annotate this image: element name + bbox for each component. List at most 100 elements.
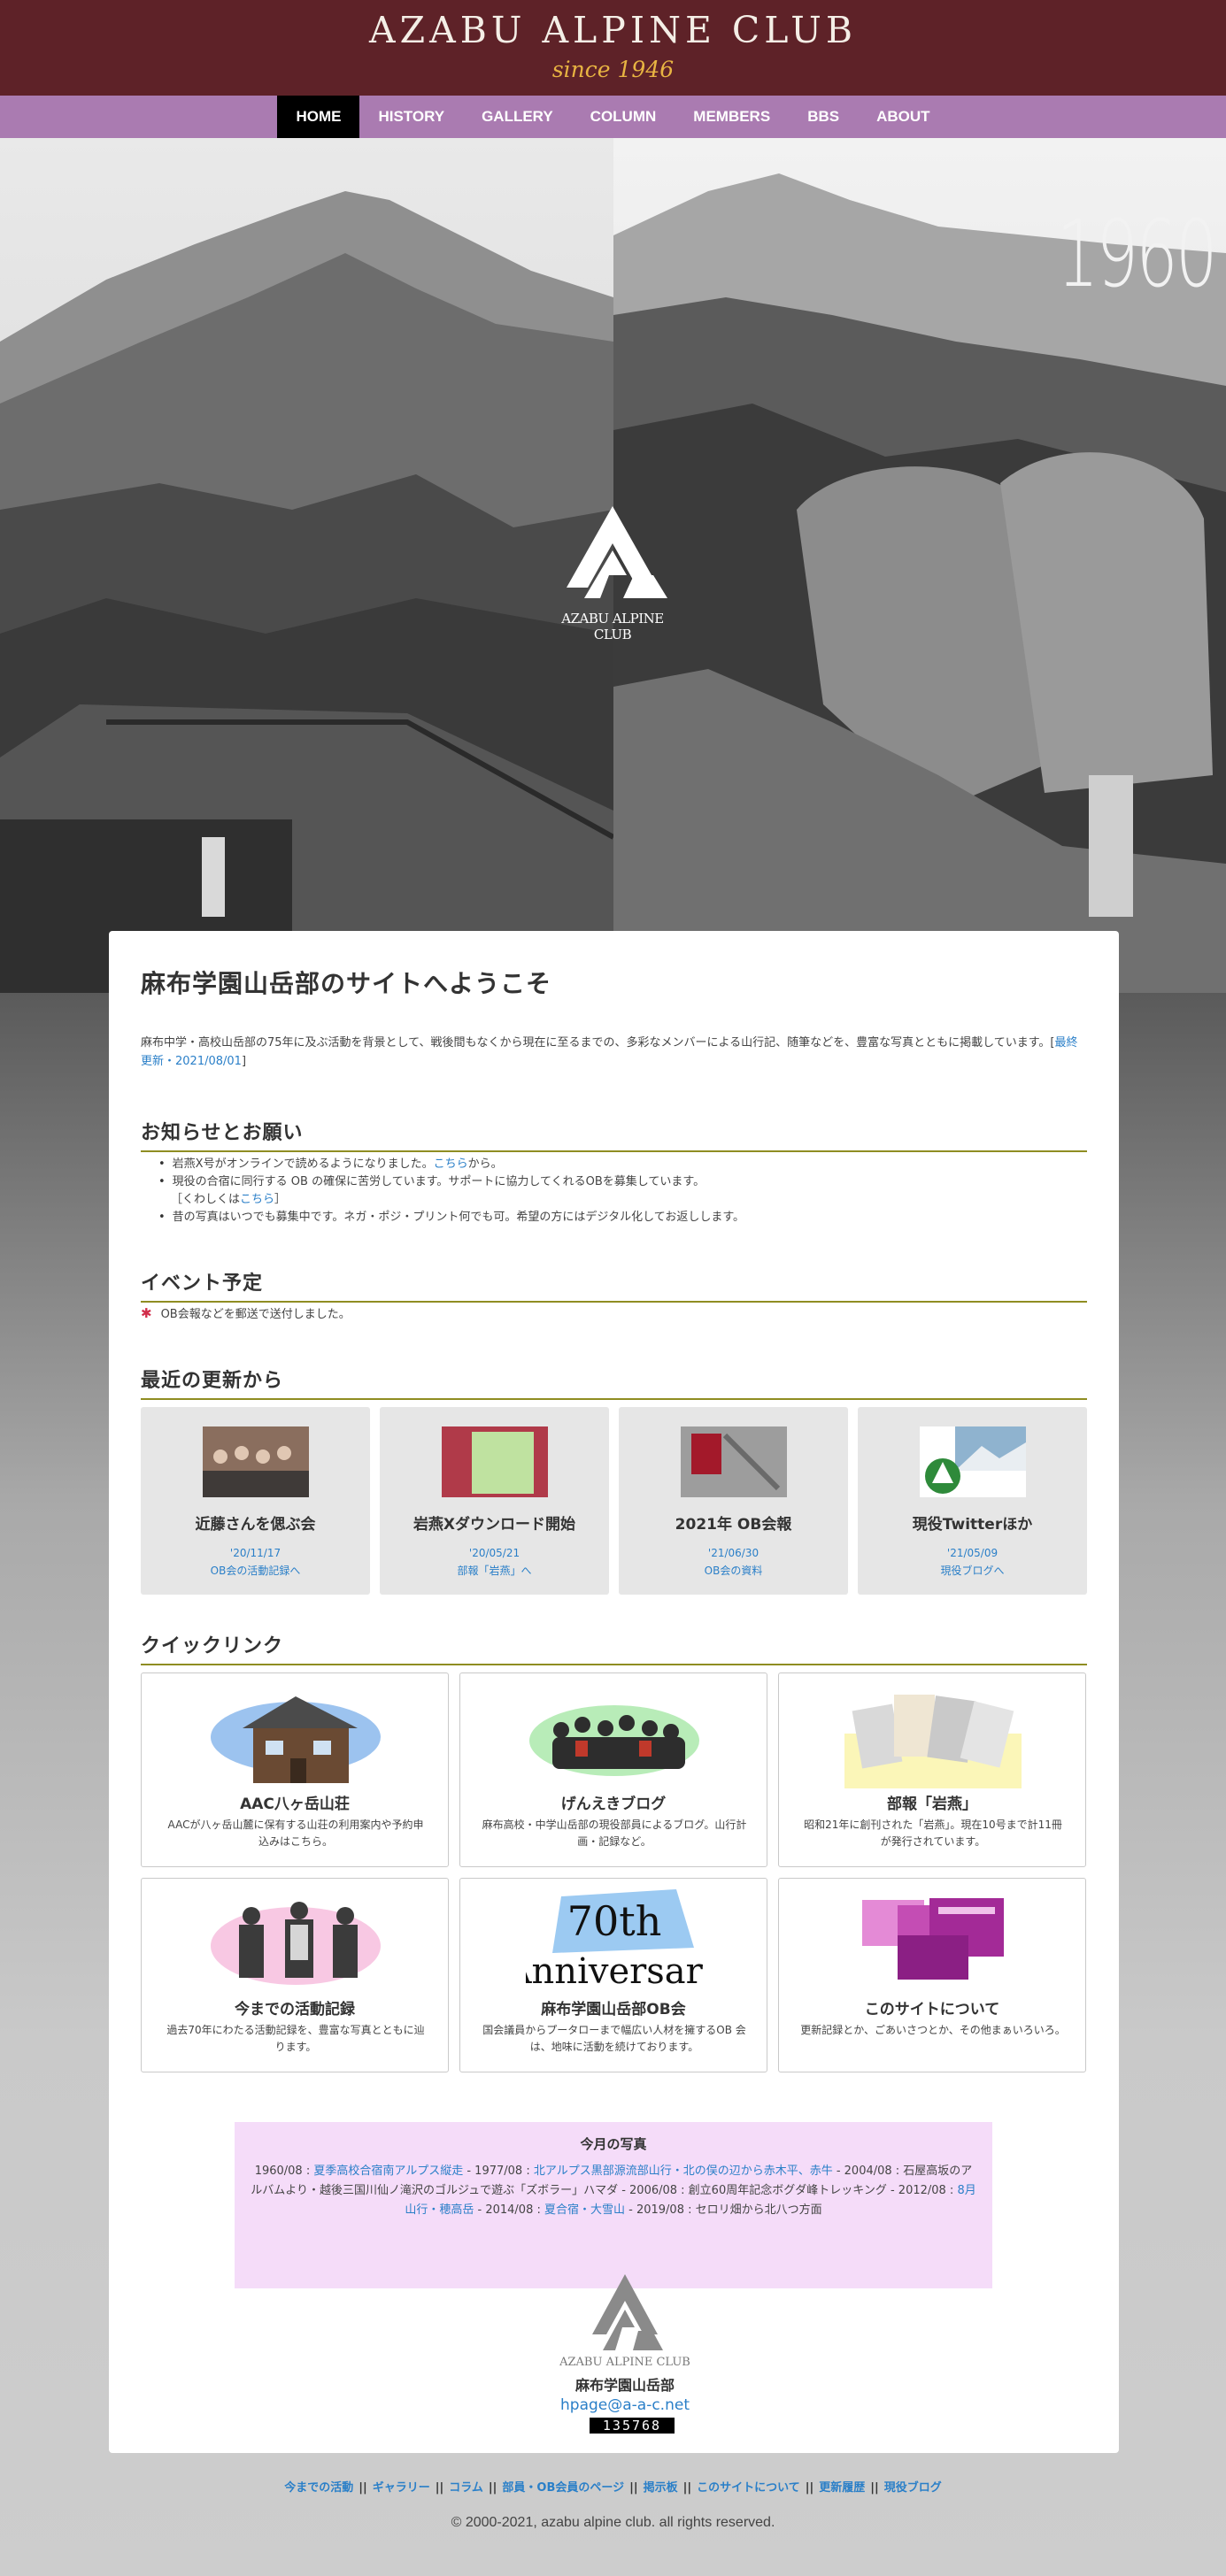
contact-email-link[interactable]: hpage@a-a-c.net — [541, 2396, 709, 2414]
footer-logo-text: AZABU ALPINE CLUB — [559, 2356, 690, 2369]
footer-link-gallery[interactable]: ギャラリー — [373, 2481, 430, 2495]
update-link[interactable]: OB会の活動記録へ — [141, 1563, 370, 1578]
quicklink-desc: 昭和21年に創刊された「岩燕」。現在10号まで計11冊が発行されています。 — [804, 1819, 1062, 1848]
notice-list: 岩燕X号がオンラインで読めるようになりました。こちらから。 現役の合宿に同行する… — [158, 1156, 1044, 1226]
quicklink-bulletin[interactable]: 部報「岩燕」 昭和21年に創刊された「岩燕」。現在10号まで計11冊が発行されて… — [778, 1672, 1086, 1867]
cabin-illustration — [211, 1696, 381, 1783]
intro-end: ] — [241, 1055, 247, 1068]
nav-history[interactable]: HISTORY — [359, 96, 463, 138]
quicklink-about-site[interactable]: このサイトについて 更新記録とか、ごあいさつとか、その他まぁいろいろ。 — [778, 1878, 1086, 2072]
footer-nav: 今までの活動 || ギャラリー || コラム || 部員・OB会員のページ || 掲示板 || この… — [0, 2478, 1226, 2495]
quicklink-desc: 麻布高校・中学山岳部の現役部員によるブログ。山行計画・記録など。 — [482, 1819, 747, 1848]
footer-separator: || — [682, 2481, 692, 2495]
nav-about[interactable]: ABOUT — [858, 96, 948, 138]
nav-members[interactable]: MEMBERS — [675, 96, 789, 138]
updates-heading: 最近の更新から — [141, 1365, 1087, 1400]
update-card[interactable]: 現役Twitterほか '21/05/09 現役ブログへ — [858, 1407, 1087, 1595]
nav-bbs[interactable]: BBS — [789, 96, 858, 138]
quicklink-desc: 更新記録とか、ごあいさつとか、その他まぁいろいろ。 — [800, 2024, 1066, 2036]
footer-separator: || — [805, 2481, 814, 2495]
site-title[interactable]: AZABU ALPINE CLUB — [0, 9, 1226, 51]
anniversary-top-text: 70th — [567, 1897, 662, 1945]
bulletin-books-illustration — [844, 1695, 1022, 1788]
quicklink-title: このサイトについて — [864, 2001, 1000, 2019]
photo-link[interactable]: 夏合宿・大雪山 — [544, 2203, 625, 2217]
quicklink-yatsugatake[interactable]: AAC八ヶ岳山荘 AACが八ヶ岳山麓に保有する山荘の利用案内や予約申込みはこちら… — [141, 1672, 449, 1867]
monthly-photos-title: 今月の写真 — [580, 2136, 647, 2152]
footer-separator: || — [870, 2481, 879, 2495]
aac-logo-icon — [567, 506, 667, 598]
ob-support-link[interactable]: こちら — [240, 1193, 274, 1206]
footer-link-about[interactable]: このサイトについて — [697, 2481, 800, 2495]
quicklinks-heading: クイックリンク — [141, 1630, 1087, 1665]
nav-home[interactable]: HOME — [277, 96, 360, 138]
notice-item: 現役の合宿に同行する OB の確保に苦労しています。サポートに協力してくれるOB… — [158, 1173, 1044, 1191]
event-text: OB会報などを郵送で送付しました。 — [160, 1308, 351, 1321]
monthly-photos-list: 1960/08 : 夏季高校合宿南アルプス縦走 - 1977/08 : 北アルプ… — [251, 2162, 976, 2220]
notice-text: 岩燕X号がオンラインで読めるようになりました。 — [172, 1157, 434, 1171]
photo-text: 1960/08 : — [254, 2165, 314, 2178]
update-link[interactable]: 現役ブログへ — [858, 1563, 1087, 1578]
notice-item: 昔の写真はいつでも募集中です。ネガ・ポジ・プリント何でも可。希望の方にはデジタル… — [158, 1209, 1044, 1226]
club-name: 麻布学園山岳部 — [574, 2377, 675, 2394]
event-item: ✱ OB会報などを郵送で送付しました。 — [141, 1304, 351, 1321]
notice-text: から。 — [467, 1157, 503, 1171]
anniversary-bottom-text: Anniversary — [526, 1951, 703, 1992]
update-date: '20/05/21 — [468, 1547, 520, 1559]
footer-link-history[interactable]: 更新履歴 — [819, 2481, 865, 2495]
monthly-photos-box: 今月の写真 1960/08 : 夏季高校合宿南アルプス縦走 - 1977/08 … — [235, 2122, 992, 2288]
footer-separator: || — [488, 2481, 497, 2495]
update-date: '21/05/09 — [946, 1547, 999, 1559]
quicklink-title: げんえきブログ — [560, 1796, 667, 1813]
photo-text: - 2019/08 : セロリ畑から北八つ方面 — [625, 2203, 822, 2217]
site-screens-illustration — [862, 1898, 1004, 1980]
footer-logo-block: AZABU ALPINE CLUB 麻布学園山岳部 hpage@a-a-c.ne… — [541, 2271, 709, 2448]
iwatsubame-link[interactable]: こちら — [434, 1157, 468, 1171]
update-card[interactable]: 岩燕Xダウンロード開始 '20/05/21 部報「岩燕」へ — [380, 1407, 609, 1595]
update-date: '20/11/17 — [229, 1547, 281, 1559]
update-link[interactable]: OB会の資料 — [619, 1563, 848, 1578]
update-thumbnail — [920, 1426, 1026, 1497]
photo-link[interactable]: 夏季高校合宿南アルプス縦走 — [313, 2165, 463, 2178]
quicklink-blog[interactable]: げんえきブログ 麻布高校・中学山岳部の現役部員によるブログ。山行計画・記録など。 — [459, 1672, 767, 1867]
notice-text: ］ — [274, 1193, 287, 1206]
hero-logo-text: AZABU ALPINE CLUB — [561, 611, 664, 642]
main-nav: HOME HISTORY GALLERY COLUMN MEMBERS BBS ABOUT — [0, 96, 1226, 138]
footer-separator: || — [359, 2481, 367, 2495]
photo-text: - 2014/08 : — [474, 2203, 544, 2217]
quicklink-ob-association[interactable]: 70th Anniversary 麻布学園山岳部OB会 国会議員からプータローま… — [459, 1878, 767, 2072]
update-card[interactable]: 近藤さんを偲ぶ会 '20/11/17 OB会の活動記録へ — [141, 1407, 370, 1595]
update-card[interactable]: 2021年 OB会報 '21/06/30 OB会の資料 — [619, 1407, 848, 1595]
intro-body: 麻布中学・高校山岳部の75年に及ぶ活動を背景として、戦後間もなくから現在に至るま… — [141, 1036, 1055, 1050]
team-photo-illustration — [529, 1705, 699, 1776]
nav-column[interactable]: COLUMN — [572, 96, 675, 138]
quicklink-title: 部報「岩燕」 — [887, 1796, 977, 1813]
footer-separator: || — [435, 2481, 444, 2495]
quicklink-desc: 国会議員からプータローまで幅広い人材を擁するOB 会は、地味に活動を続けておりま… — [482, 2024, 746, 2053]
update-date: '21/06/30 — [707, 1547, 760, 1559]
update-link[interactable]: 部報「岩燕」へ — [380, 1563, 609, 1578]
footer-link-members[interactable]: 部員・OB会員のページ — [502, 2481, 624, 2495]
main-content: 麻布学園山岳部のサイトへようこそ 麻布中学・高校山岳部の75年に及ぶ活動を背景と… — [109, 931, 1119, 2453]
update-thumbnail — [203, 1426, 309, 1497]
events-heading: イベント予定 — [141, 1267, 1087, 1303]
quicklink-desc: AACが八ヶ岳山麓に保有する山荘の利用案内や予約申込みはこちら。 — [167, 1819, 424, 1848]
footer-separator: || — [629, 2481, 638, 2495]
visitor-counter: 135768 — [590, 2418, 675, 2434]
quicklink-desc: 過去70年にわたる活動記録を、豊富な写真とともに辿ります。 — [166, 2024, 425, 2053]
photo-text: - 1977/08 : — [463, 2165, 534, 2178]
quicklink-title: 麻布学園山岳部OB会 — [541, 2001, 686, 2019]
photo-link[interactable]: 北アルプス黒部源流部山行・北の俣の辺から赤木平、赤牛 — [534, 2165, 833, 2178]
update-thumbnail — [442, 1426, 548, 1497]
hero-logo: AZABU ALPINE CLUB — [542, 499, 683, 642]
quicklink-records[interactable]: 今までの活動記録 過去70年にわたる活動記録を、豊富な写真とともに辿ります。 — [141, 1878, 449, 2072]
copyright: © 2000-2021, azabu alpine club. all righ… — [451, 2515, 775, 2530]
footer-link-bbs[interactable]: 掲示板 — [644, 2481, 678, 2495]
footer-link-activities[interactable]: 今までの活動 — [284, 2481, 353, 2495]
update-title: 岩燕Xダウンロード開始 — [413, 1516, 576, 1534]
nav-gallery[interactable]: GALLERY — [463, 96, 572, 138]
footer-link-blog[interactable]: 現役ブログ — [884, 2481, 942, 2495]
hero-photo: 1960 AZABU ALPINE CLUB — [0, 138, 1226, 993]
footer-link-column[interactable]: コラム — [449, 2481, 483, 2495]
climbers-illustration — [211, 1902, 381, 1985]
